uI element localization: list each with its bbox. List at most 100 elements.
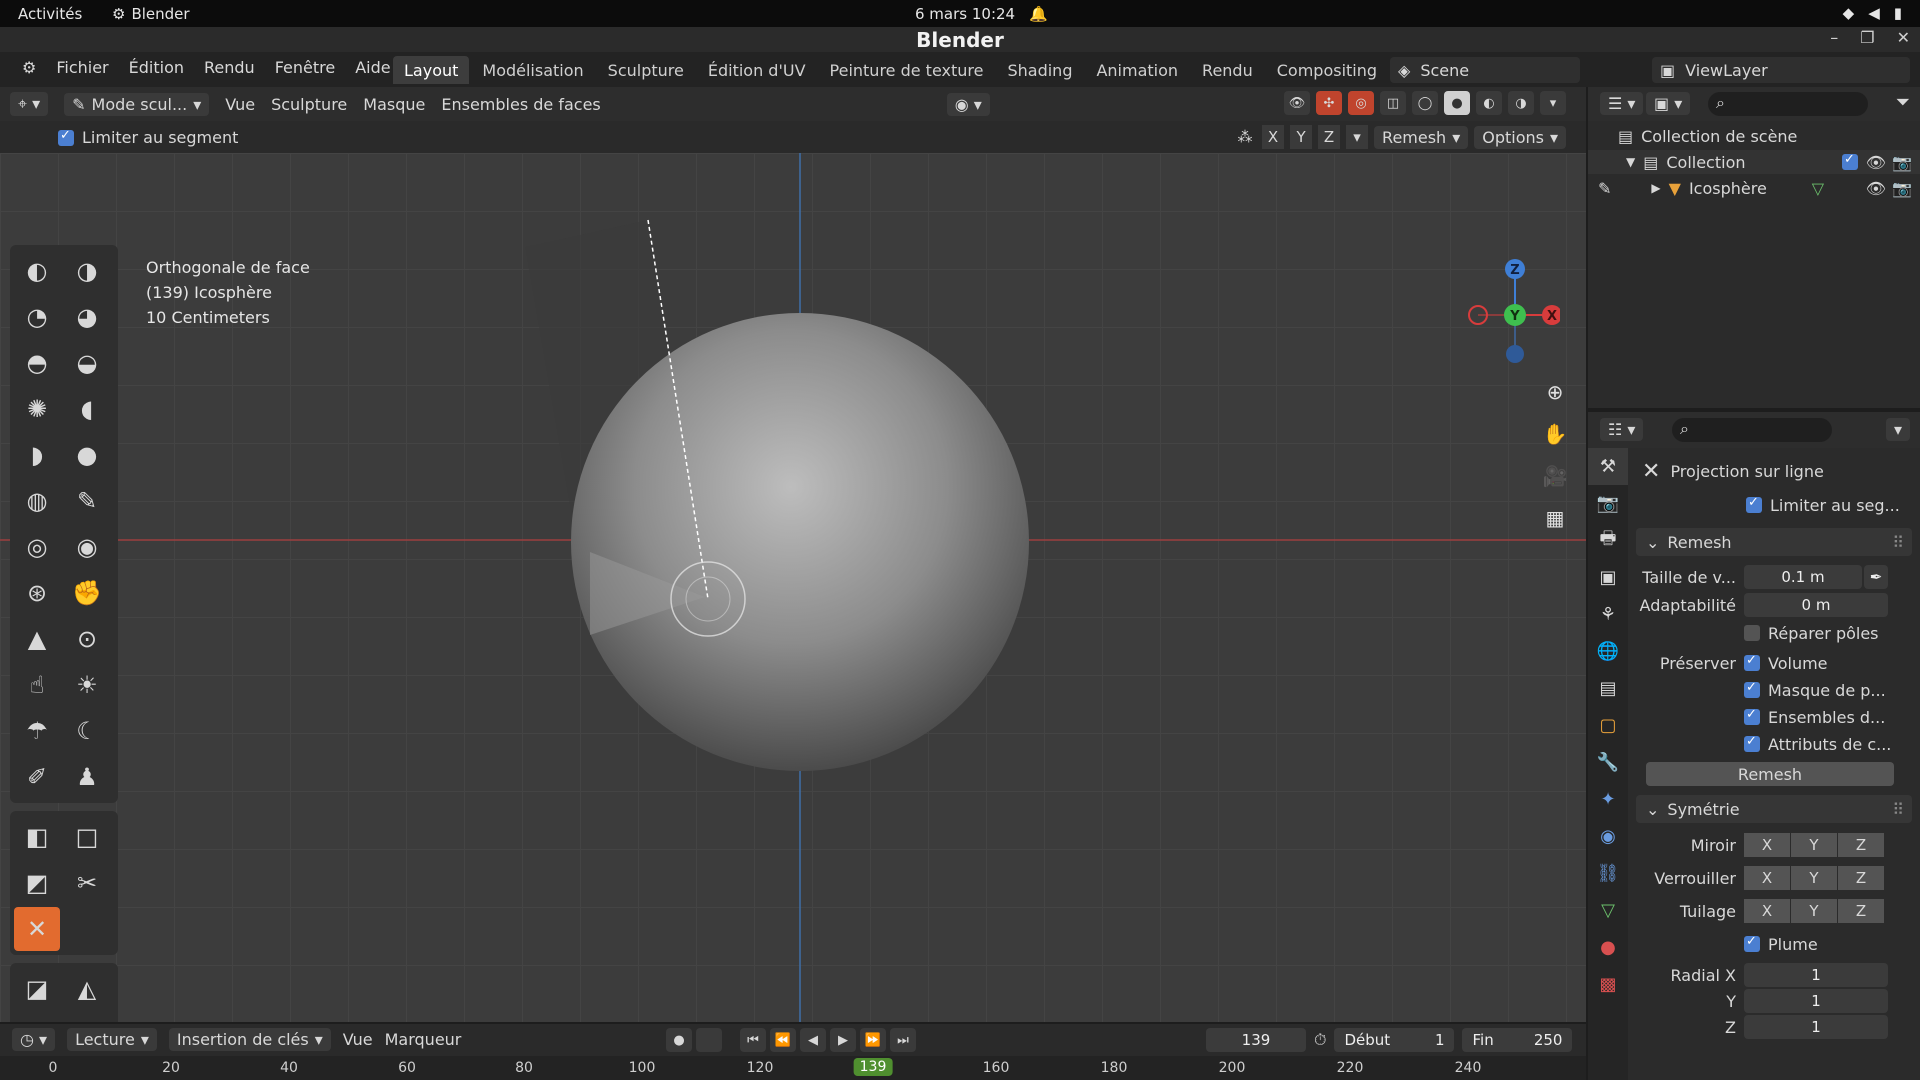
grid-view-icon[interactable]: ▦ xyxy=(1540,503,1570,533)
camera-icon[interactable]: 📷 xyxy=(1892,179,1912,198)
system-tray[interactable]: ◆ ◀ ▮ xyxy=(1843,4,1902,22)
sculpt-mode-icon[interactable]: ✎ xyxy=(1598,179,1611,198)
preserve-volume-checkbox[interactable] xyxy=(1744,653,1760,671)
elastic-deform-icon[interactable]: ▲ xyxy=(14,617,60,661)
prev-keyframe-icon[interactable]: ⏪ xyxy=(770,1028,796,1052)
rotate-brush-icon[interactable]: ☾ xyxy=(64,709,110,753)
options-dropdown[interactable]: Options ▾ xyxy=(1474,125,1566,149)
fix-poles-checkbox[interactable] xyxy=(1744,625,1760,641)
outliner-search-input[interactable]: ⌕ xyxy=(1708,92,1868,116)
marker-menu[interactable]: Marqueur xyxy=(385,1030,462,1049)
jump-start-icon[interactable]: ⏮ xyxy=(740,1028,766,1052)
radial-y-field[interactable]: 1 xyxy=(1744,989,1888,1013)
properties-search-input[interactable]: ⌕ xyxy=(1672,418,1832,442)
render-tab-icon[interactable]: 📷 xyxy=(1588,485,1628,522)
fill-brush-icon[interactable]: ✎ xyxy=(64,479,110,523)
slide-relax-icon[interactable]: ✐ xyxy=(14,755,60,799)
clock[interactable]: 6 mars 10:24 🔔 xyxy=(915,5,1048,23)
playhead[interactable]: 139 xyxy=(853,1058,893,1076)
gizmo-neg-z-axis[interactable] xyxy=(1506,345,1524,363)
mirror-x-button[interactable]: X xyxy=(1262,125,1285,149)
constraints-tab-icon[interactable]: ⛓ xyxy=(1588,855,1628,892)
menu-masque[interactable]: Masque xyxy=(363,95,425,114)
pan-hand-icon[interactable]: ✋ xyxy=(1540,419,1570,449)
mirror-z-button[interactable]: Z xyxy=(1318,125,1341,149)
multiplane-scrape-icon[interactable]: ◉ xyxy=(64,525,110,569)
overlay-toggle-icon[interactable]: ◎ xyxy=(1348,91,1374,115)
gizmo-toggle-icon[interactable]: ✣ xyxy=(1316,91,1342,115)
filter-icon[interactable]: ⏷ xyxy=(1896,92,1910,113)
menu-ensembles-faces[interactable]: Ensembles de faces xyxy=(441,95,600,114)
tab-animation[interactable]: Animation xyxy=(1085,56,1189,84)
box-trim-icon[interactable]: ✂ xyxy=(64,861,110,905)
symmetry-section-header[interactable]: ⌄ Symétrie ⠿ xyxy=(1636,795,1912,823)
remesh-dropdown[interactable]: Remesh ▾ xyxy=(1374,125,1469,149)
pinch-brush-icon[interactable]: ⊛ xyxy=(14,571,60,615)
outliner-editor-type[interactable]: ☰ ▾ xyxy=(1600,92,1644,115)
record-icon[interactable]: ● xyxy=(666,1028,692,1052)
tool-tab-icon[interactable]: ⚒ xyxy=(1588,448,1628,485)
3d-viewport[interactable]: ⌖ ▾ ✎ Mode scul... ▾ Vue Sculpture Masqu… xyxy=(0,87,1586,1022)
shading-options-icon[interactable]: ▾ xyxy=(1540,91,1566,115)
close-icon[interactable]: ✕ xyxy=(1897,28,1910,47)
eyedropper-icon[interactable]: ✒ xyxy=(1864,565,1888,589)
zoom-icon[interactable]: ⊕ xyxy=(1540,377,1570,407)
transform-pivot-dropdown[interactable]: ◉ ▾ xyxy=(946,92,990,116)
feather-checkbox[interactable] xyxy=(1744,934,1760,952)
icosphere-mesh[interactable] xyxy=(571,313,1029,771)
editor-type-button[interactable]: ⌖ ▾ xyxy=(10,92,49,116)
lock-z-toggle[interactable]: Z xyxy=(1838,866,1884,890)
jump-end-icon[interactable]: ⏭ xyxy=(890,1028,916,1052)
tab-rendu[interactable]: Rendu xyxy=(1191,56,1264,84)
camera-icon[interactable]: 📷 xyxy=(1892,153,1912,172)
pose-brush-icon[interactable]: ☀ xyxy=(64,663,110,707)
scene-tab-icon[interactable]: ⚘ xyxy=(1588,596,1628,633)
layer-brush-icon[interactable]: ◒ xyxy=(64,341,110,385)
expand-arrow-icon[interactable]: ▶ xyxy=(1651,181,1660,195)
nudge-brush-icon[interactable]: ☂ xyxy=(14,709,60,753)
mirror-y-button[interactable]: Y xyxy=(1290,125,1313,149)
limit-segment-checkbox[interactable] xyxy=(58,128,74,146)
navigation-gizmo[interactable]: Z X Y xyxy=(1450,255,1562,375)
rendered-shading-icon[interactable]: ◑ xyxy=(1508,91,1534,115)
collection-exclude-checkbox[interactable] xyxy=(1842,152,1858,170)
view-layer-tab-icon[interactable]: ▣ xyxy=(1588,559,1628,596)
physics-tab-icon[interactable]: ◉ xyxy=(1588,818,1628,855)
xray-icon[interactable]: ◫ xyxy=(1380,91,1406,115)
mask-brush-icon[interactable]: ◧ xyxy=(14,815,60,859)
flatten-brush-icon[interactable]: ◍ xyxy=(14,479,60,523)
maximize-icon[interactable]: ❐ xyxy=(1860,28,1874,47)
clay-thumb-brush-icon[interactable]: ◓ xyxy=(14,341,60,385)
remesh-button[interactable]: Remesh xyxy=(1646,762,1894,786)
auto-keying-options-icon[interactable] xyxy=(696,1028,722,1052)
eye-icon[interactable]: 👁 xyxy=(1866,179,1886,198)
scrape-brush-icon[interactable]: ◎ xyxy=(14,525,60,569)
blob-brush-icon[interactable]: ◖ xyxy=(64,387,110,431)
blender-menu-icon[interactable]: ⚙ xyxy=(12,58,46,77)
crease-brush-icon[interactable]: ◗ xyxy=(14,433,60,477)
timeline-ruler[interactable]: 0 20 40 60 80 100 120 160 180 200 220 24… xyxy=(0,1056,1586,1080)
cloth-filter-icon[interactable]: ◭ xyxy=(64,967,110,1011)
preserve-attributes-checkbox[interactable] xyxy=(1744,734,1760,752)
radial-x-field[interactable]: 1 xyxy=(1744,963,1888,987)
drag-handle-icon[interactable]: ⠿ xyxy=(1892,533,1904,552)
play-icon[interactable]: ▶ xyxy=(830,1028,856,1052)
stopwatch-icon[interactable]: ⏱ xyxy=(1314,1030,1326,1050)
lock-y-toggle[interactable]: Y xyxy=(1791,866,1837,890)
mirror-options-icon[interactable]: ▾ xyxy=(1346,125,1369,149)
color-filter-icon[interactable]: ◨ xyxy=(14,1013,60,1022)
particles-tab-icon[interactable]: ✦ xyxy=(1588,781,1628,818)
keying-menu[interactable]: Insertion de clés ▾ xyxy=(168,1028,331,1051)
output-tab-icon[interactable]: 🖶 xyxy=(1588,522,1628,559)
play-reverse-icon[interactable]: ◀ xyxy=(800,1028,826,1052)
mirror-x-toggle[interactable]: X xyxy=(1744,833,1790,857)
tab-shading[interactable]: Shading xyxy=(996,56,1083,84)
draw-sharp-brush-icon[interactable]: ◑ xyxy=(64,249,110,293)
clay-brush-icon[interactable]: ◔ xyxy=(14,295,60,339)
radial-z-field[interactable]: 1 xyxy=(1744,1015,1888,1039)
texture-tab-icon[interactable]: ▩ xyxy=(1588,966,1628,1003)
tab-sculpture[interactable]: Sculpture xyxy=(597,56,695,84)
material-tab-icon[interactable]: ● xyxy=(1588,929,1628,966)
thumb-brush-icon[interactable]: ☝ xyxy=(14,663,60,707)
data-tab-icon[interactable]: ▽ xyxy=(1588,892,1628,929)
